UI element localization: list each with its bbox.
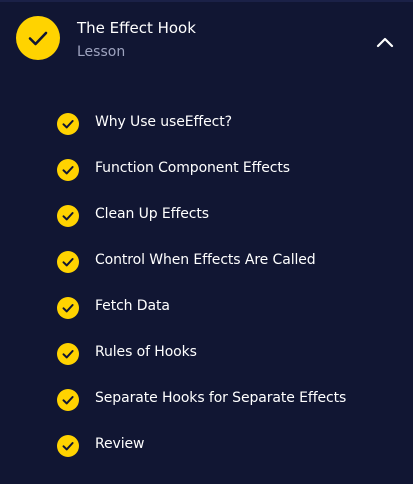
check-circle-icon bbox=[57, 251, 79, 273]
lesson-panel: The Effect Hook Lesson Why Use useEffect… bbox=[0, 0, 413, 484]
lesson-item-label: Clean Up Effects bbox=[95, 206, 209, 222]
check-circle-icon bbox=[57, 159, 79, 181]
lesson-item-list: Why Use useEffect? Function Component Ef… bbox=[0, 101, 413, 469]
check-circle-icon bbox=[57, 297, 79, 319]
check-circle-icon bbox=[57, 343, 79, 365]
lesson-item-label: Control When Effects Are Called bbox=[95, 252, 316, 268]
lesson-type-label: Lesson bbox=[77, 44, 126, 60]
lesson-header[interactable]: The Effect Hook Lesson bbox=[0, 0, 413, 84]
lesson-item[interactable]: Rules of Hooks bbox=[0, 331, 413, 377]
check-circle-icon bbox=[57, 205, 79, 227]
collapse-toggle-button[interactable] bbox=[372, 29, 398, 55]
lesson-item[interactable]: Why Use useEffect? bbox=[0, 101, 413, 147]
lesson-item[interactable]: Review bbox=[0, 423, 413, 469]
lesson-item[interactable]: Clean Up Effects bbox=[0, 193, 413, 239]
check-circle-icon bbox=[57, 435, 79, 457]
lesson-item[interactable]: Control When Effects Are Called bbox=[0, 239, 413, 285]
check-circle-icon bbox=[57, 113, 79, 135]
lesson-item[interactable]: Fetch Data bbox=[0, 285, 413, 331]
lesson-item-label: Function Component Effects bbox=[95, 160, 290, 176]
lesson-complete-check-icon bbox=[16, 16, 60, 60]
lesson-item-label: Fetch Data bbox=[95, 298, 170, 314]
lesson-item[interactable]: Function Component Effects bbox=[0, 147, 413, 193]
lesson-item-label: Why Use useEffect? bbox=[95, 114, 232, 130]
check-circle-icon bbox=[57, 389, 79, 411]
lesson-item[interactable]: Separate Hooks for Separate Effects bbox=[0, 377, 413, 423]
lesson-item-label: Rules of Hooks bbox=[95, 344, 197, 360]
lesson-item-label: Review bbox=[95, 436, 145, 452]
chevron-up-icon bbox=[376, 36, 394, 48]
lesson-item-label: Separate Hooks for Separate Effects bbox=[95, 390, 347, 406]
lesson-title: The Effect Hook bbox=[77, 19, 196, 37]
